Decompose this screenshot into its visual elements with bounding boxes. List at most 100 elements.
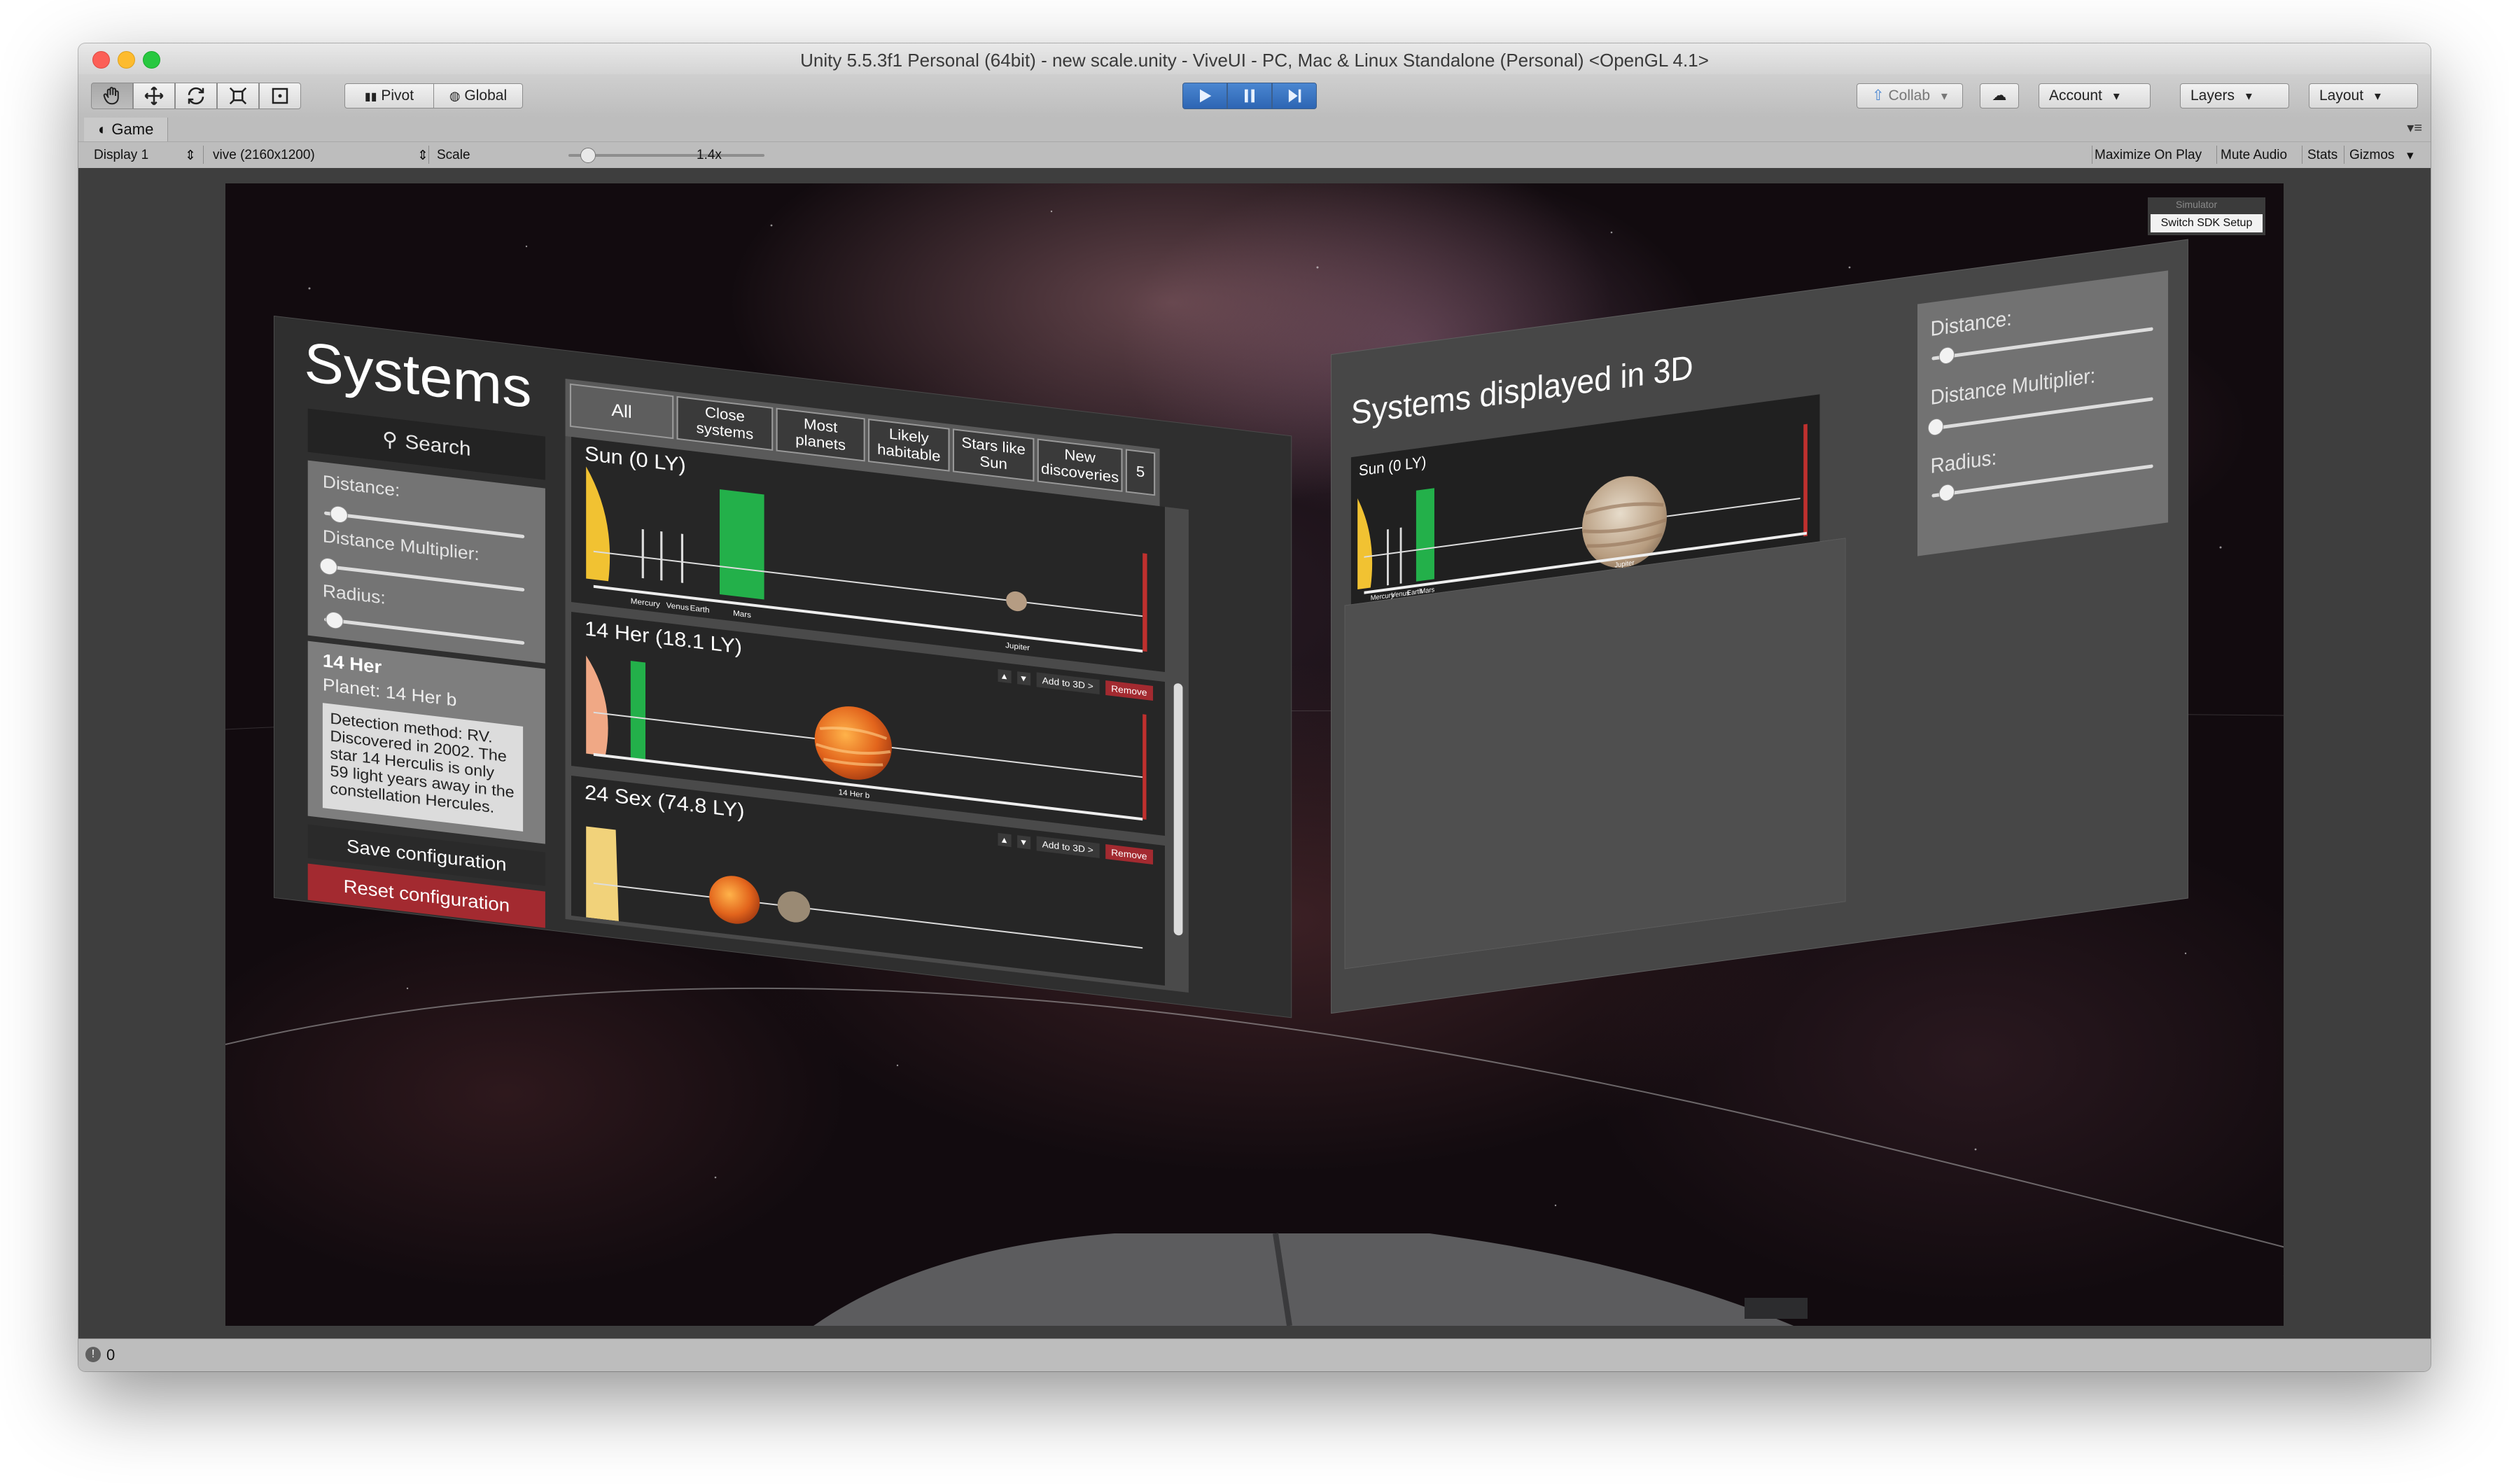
console-warning-icon[interactable]: ! (85, 1347, 101, 1362)
display-dropdown-arrow[interactable]: ⇕ (185, 148, 196, 164)
step-icon (1288, 89, 1301, 103)
gizmos-dropdown-arrow[interactable]: ▾ (2407, 148, 2414, 164)
planet-label-mercury: Mercury (631, 597, 660, 609)
collab-dropdown[interactable]: ⇧ Collab (1857, 83, 1963, 108)
gizmos-dropdown[interactable]: Gizmos (2349, 148, 2394, 163)
tab-menu-icon[interactable]: ▾≡ (2407, 119, 2422, 136)
systems-title: Systems (304, 330, 532, 420)
scale-label: Scale (437, 148, 470, 162)
global-toggle[interactable]: ◍ Global (433, 83, 523, 108)
account-dropdown[interactable]: Account (2039, 83, 2151, 108)
distance-label: Distance: (1930, 307, 2012, 341)
radius-slider-handle[interactable] (1938, 483, 1955, 503)
scale-icon (229, 87, 247, 105)
platform-floor (813, 1233, 1794, 1326)
move-icon (144, 86, 164, 106)
status-bar: ! 0 (78, 1338, 2431, 1371)
game-tab-row: ◐ Game ▾≡ (78, 118, 2431, 142)
radius-label: Radius: (1930, 446, 1997, 478)
distance-multiplier-label: Distance Multiplier: (322, 526, 480, 565)
planet-label-mars: Mars (733, 610, 751, 620)
move-tool-button[interactable] (133, 83, 175, 109)
play-button[interactable] (1182, 83, 1227, 109)
switch-sdk-setup-button[interactable]: Switch SDK Setup (2151, 214, 2263, 232)
resolution-dropdown-arrow[interactable]: ⇕ (417, 148, 428, 164)
tab-all[interactable]: All (569, 383, 674, 440)
tab-likely-habitable[interactable]: Likely habitable (868, 419, 950, 472)
search-icon: ⚲ (382, 428, 398, 451)
scale-slider-handle[interactable] (580, 148, 596, 163)
stats-toggle[interactable]: Stats (2307, 148, 2337, 163)
tab-new-discoveries[interactable]: New discoveries (1037, 438, 1123, 492)
game-scene[interactable]: Systems ⚲ Search Distance: Distance Multi… (225, 183, 2284, 1326)
globe-icon: ◍ (449, 89, 461, 103)
pivot-icon: ▮▮ (364, 91, 377, 103)
left-sliders: Distance: Distance Multiplier: Radius: (307, 460, 545, 664)
scale-value: 1.4x (697, 148, 722, 162)
mute-audio-toggle[interactable]: Mute Audio (2221, 148, 2287, 163)
systems-panel: Systems ⚲ Search Distance: Distance Multi… (274, 316, 1292, 1018)
selected-system-name: 14 Her (322, 650, 382, 678)
right-sliders: Distance: Distance Multiplier: Radius: (1917, 270, 2169, 556)
distance-slider-handle[interactable] (1938, 346, 1955, 365)
separator (2216, 146, 2217, 164)
transform-tools (91, 83, 301, 111)
display-dropdown[interactable]: Display 1 (94, 148, 148, 163)
sdk-current-label: Simulator (2176, 199, 2218, 210)
play-icon (1200, 89, 1212, 103)
systems-3d-list-area[interactable] (1344, 538, 1846, 969)
radius-label: Radius: (322, 581, 386, 608)
scale-slider-track[interactable] (568, 154, 764, 157)
separator (203, 146, 204, 164)
tab-close-systems[interactable]: Close systems (676, 396, 774, 451)
tab-stars-like-sun[interactable]: Stars like Sun (952, 428, 1035, 482)
collab-icon: ⇧ (1872, 88, 1885, 104)
planet-label-venus: Venus (666, 601, 690, 612)
tab-most-planets[interactable]: Most planets (776, 407, 865, 462)
rect-tool-button[interactable] (259, 83, 301, 109)
title-bar: Unity 5.5.3f1 Personal (64bit) - new sca… (78, 43, 2431, 75)
systems-3d-panel: Systems displayed in 3D Sun (0 LY) Mercu… (1332, 239, 2188, 1013)
layout-dropdown[interactable]: Layout (2309, 83, 2418, 108)
scale-tool-button[interactable] (217, 83, 259, 109)
unity-window: Unity 5.5.3f1 Personal (64bit) - new sca… (78, 43, 2431, 1371)
systems-list: Sun (0 LY) Mercury Venus Earth Mars Jupi… (565, 436, 1189, 993)
resolution-dropdown[interactable]: vive (2160x1200) (213, 148, 315, 163)
planet-label-14-her-b: 14 Her b (839, 788, 870, 800)
step-button[interactable] (1272, 83, 1317, 109)
selected-system-info: 14 Her Planet: 14 Her b Detection method… (307, 640, 545, 844)
cloud-icon: ☁ (1992, 88, 2007, 104)
game-icon: ◐ (98, 120, 112, 138)
game-view-header: ◐ Game ▾≡ Display 1 ⇕ vive (2160x1200) ⇕… (78, 118, 2431, 169)
game-tab[interactable]: ◐ Game (84, 118, 169, 141)
radius-slider-handle[interactable] (326, 610, 344, 630)
planet-label-earth: Earth (690, 604, 710, 615)
window-title: Unity 5.5.3f1 Personal (64bit) - new sca… (800, 50, 1709, 71)
pause-button[interactable] (1227, 83, 1272, 109)
distance-multiplier-slider-handle[interactable] (319, 556, 338, 576)
system-description[interactable]: Detection method: RV. Discovered in 2002… (322, 703, 524, 832)
cloud-button[interactable]: ☁ (1980, 83, 2019, 108)
rotate-tool-button[interactable] (175, 83, 217, 109)
hand-icon (103, 87, 119, 105)
pause-icon (1245, 89, 1254, 103)
distance-label: Distance: (322, 472, 400, 501)
distance-multiplier-slider-handle[interactable] (1927, 417, 1944, 437)
rect-tool-icon (272, 88, 288, 104)
systems-list-scrollbar[interactable] (1173, 682, 1183, 936)
planet-label-jupiter: Jupiter (1005, 641, 1030, 652)
hand-tool-button[interactable] (91, 83, 133, 109)
distance-slider-handle[interactable] (329, 505, 348, 524)
distance-multiplier-label: Distance Multiplier: (1930, 364, 2096, 410)
console-count: 0 (106, 1346, 116, 1364)
radius-slider-track[interactable] (324, 617, 525, 645)
game-controls-row: Display 1 ⇕ vive (2160x1200) ⇕ Scale 1.4… (78, 141, 2431, 168)
pivot-toggle[interactable]: ▮▮ Pivot (344, 83, 434, 108)
maximize-on-play-toggle[interactable]: Maximize On Play (2095, 148, 2202, 163)
tab-more[interactable]: 5 (1125, 449, 1156, 496)
separator (428, 146, 429, 164)
main-toolbar: ▮▮ Pivot ◍ Global ⇧ Collab ☁ Account (78, 74, 2431, 118)
sdk-switcher: Simulator Switch SDK Setup (2148, 197, 2265, 235)
playback-controls (1182, 83, 1317, 109)
layers-dropdown[interactable]: Layers (2180, 83, 2289, 108)
